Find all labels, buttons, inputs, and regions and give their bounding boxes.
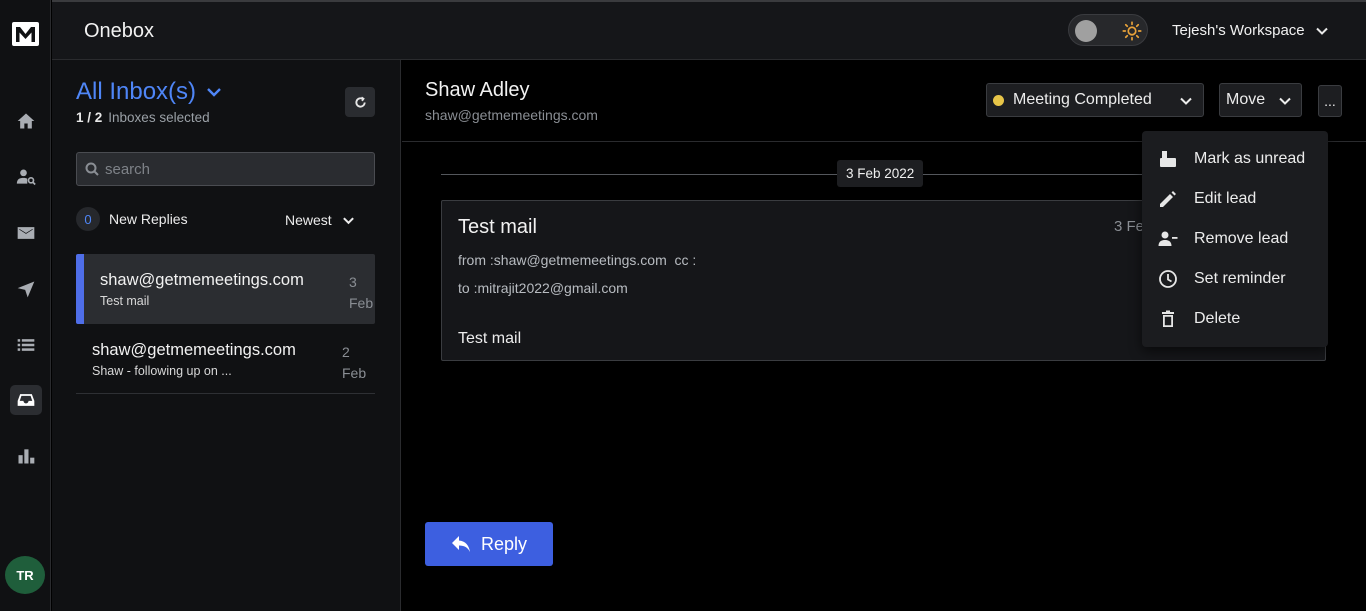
thread-snippet: Test mail xyxy=(100,294,150,308)
thread-date-day: 2 xyxy=(342,344,350,360)
thread-date-month: Feb xyxy=(342,365,367,381)
send-icon xyxy=(17,281,34,298)
nav-campaigns[interactable] xyxy=(0,273,51,305)
nav-home[interactable] xyxy=(0,105,51,137)
reply-icon xyxy=(451,536,470,552)
inboxes-selected-count: 1 / 2 xyxy=(76,110,103,125)
nav-lead-search[interactable] xyxy=(0,161,51,193)
home-icon xyxy=(17,113,34,129)
inbox-list-pane: All Inbox(s) 1 / 2 Inboxes selected 0 New… xyxy=(52,60,401,611)
chevron-down-icon xyxy=(342,216,354,224)
mail-date: 3 Fe xyxy=(1114,218,1145,235)
theme-toggle[interactable] xyxy=(1068,14,1148,46)
nav-mail[interactable] xyxy=(0,217,51,249)
search-icon xyxy=(85,162,99,176)
search-input[interactable] xyxy=(105,160,355,178)
new-replies-count: 0 xyxy=(76,207,100,231)
menu-item-set-reminder[interactable]: Set reminder xyxy=(1142,259,1328,299)
user-search-icon xyxy=(16,169,36,186)
inboxes-selected-label: Inboxes selected xyxy=(108,110,210,125)
inbox-icon xyxy=(17,394,34,406)
app-title: Onebox xyxy=(84,20,155,42)
top-header: Onebox Tejesh's Workspace xyxy=(52,0,1366,60)
toggle-knob xyxy=(1075,20,1097,42)
status-dot-icon xyxy=(993,94,1004,106)
menu-item-label: Edit lead xyxy=(1194,190,1257,207)
nav-onebox[interactable] xyxy=(0,384,51,416)
more-options-button[interactable]: ... xyxy=(1318,85,1342,117)
mail-body: Test mail xyxy=(458,330,522,347)
thread-from: shaw@getmemeetings.com xyxy=(100,271,304,289)
detail-header: Shaw Adley shaw@getmemeetings.com Meetin… xyxy=(402,60,1366,142)
new-replies-label: New Replies xyxy=(109,211,188,227)
search-box[interactable] xyxy=(76,152,375,186)
inbox-selector[interactable]: All Inbox(s) xyxy=(76,78,222,106)
nav-analytics[interactable] xyxy=(0,440,51,472)
sun-icon xyxy=(1122,21,1142,41)
trash-icon xyxy=(1162,310,1174,327)
thread-date: 3 Feb xyxy=(349,272,379,314)
thread-date: 2 Feb xyxy=(342,342,372,384)
mail-subject: Test mail xyxy=(458,216,537,238)
thread-item[interactable]: shaw@getmemeetings.com Shaw - following … xyxy=(76,324,375,394)
mark-unread-icon xyxy=(1160,151,1176,167)
user-avatar[interactable]: TR xyxy=(5,556,45,594)
chevron-down-icon xyxy=(207,88,221,97)
nav-active-indicator xyxy=(9,385,42,415)
nav-lists[interactable] xyxy=(0,329,51,361)
sort-dropdown[interactable]: Newest xyxy=(285,212,355,228)
menu-item-label: Remove lead xyxy=(1194,230,1289,247)
inboxes-selected-info: 1 / 2 Inboxes selected xyxy=(76,110,210,125)
menu-item-label: Mark as unread xyxy=(1194,150,1306,167)
date-divider: 3 Feb 2022 xyxy=(837,160,924,187)
reply-button[interactable]: Reply xyxy=(425,522,553,566)
refresh-icon xyxy=(354,96,366,108)
thread-from: shaw@getmemeetings.com xyxy=(92,341,296,359)
mail-to-line: to :mitrajit2022@gmail.com xyxy=(458,280,628,296)
refresh-button[interactable] xyxy=(345,87,375,117)
move-dropdown[interactable]: Move xyxy=(1219,83,1302,117)
sort-label: Newest xyxy=(285,212,332,228)
list-icon xyxy=(17,339,34,351)
more-options-menu: Mark as unread Edit lead Remove lead Set… xyxy=(1142,131,1328,347)
app-logo-icon[interactable] xyxy=(12,22,39,46)
menu-item-mark-unread[interactable]: Mark as unread xyxy=(1142,139,1328,179)
inbox-title: All Inbox(s) xyxy=(76,78,197,105)
menu-item-remove-lead[interactable]: Remove lead xyxy=(1142,219,1328,259)
mail-icon xyxy=(17,227,34,239)
reply-label: Reply xyxy=(480,533,528,554)
pencil-icon xyxy=(1160,191,1176,207)
workspace-selector[interactable]: Tejesh's Workspace xyxy=(1172,22,1329,39)
icon-rail: TR xyxy=(0,0,51,611)
menu-item-label: Set reminder xyxy=(1194,270,1286,287)
lead-email: shaw@getmemeetings.com xyxy=(425,107,598,123)
menu-item-edit-lead[interactable]: Edit lead xyxy=(1142,179,1328,219)
thread-snippet: Shaw - following up on ... xyxy=(92,364,232,378)
remove-user-icon xyxy=(1158,231,1178,246)
chevron-down-icon xyxy=(1279,97,1291,105)
menu-item-label: Delete xyxy=(1194,310,1241,327)
move-label: Move xyxy=(1226,91,1266,108)
bar-chart-icon xyxy=(18,449,34,464)
lead-status-dropdown[interactable]: Meeting Completed xyxy=(986,83,1204,117)
thread-item-selected[interactable]: shaw@getmemeetings.com Test mail 3 Feb xyxy=(76,254,375,324)
chevron-down-icon xyxy=(1315,27,1328,35)
mail-from-line: from :shaw@getmemeetings.com cc : xyxy=(458,252,697,268)
new-replies: 0 New Replies xyxy=(76,207,188,231)
workspace-label: Tejesh's Workspace xyxy=(1172,22,1305,39)
lead-status-label: Meeting Completed xyxy=(1013,91,1152,108)
clock-icon xyxy=(1159,270,1177,288)
menu-item-delete[interactable]: Delete xyxy=(1142,299,1328,339)
chevron-down-icon xyxy=(1180,97,1192,105)
thread-date-day: 3 xyxy=(349,274,357,290)
thread-date-month: Feb xyxy=(349,295,374,311)
lead-name: Shaw Adley xyxy=(425,79,530,101)
